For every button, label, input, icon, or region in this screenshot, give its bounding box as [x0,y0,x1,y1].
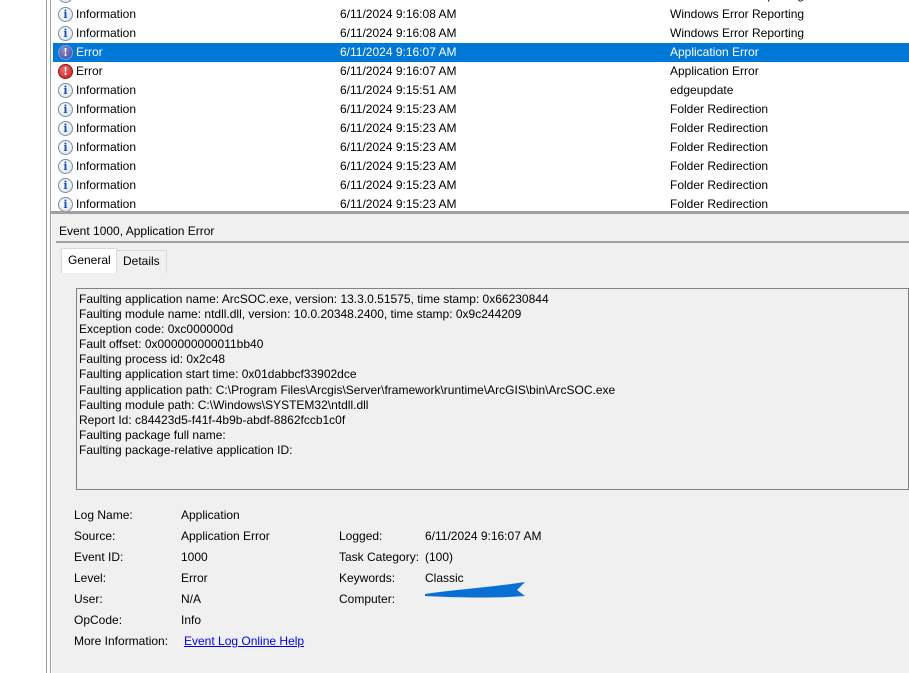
event-level: Information [76,178,137,192]
info-icon: i [58,197,73,211]
pane-border [46,0,47,673]
event-date: 6/11/2024 9:15:23 AM [340,178,457,192]
event-row[interactable]: iInformation 6/11/2024 9:16:08 AM Windows … [53,5,909,24]
level-label: Level: [74,571,107,585]
error-icon: ! [58,64,73,79]
event-row[interactable]: iInformation 6/11/2024 9:16:08 AM Windows … [53,24,909,43]
event-source: Folder Redirection [670,178,769,192]
info-icon: i [58,83,73,98]
task-category-value: (100) [425,550,454,564]
opcode-value: Info [181,613,202,627]
event-description[interactable]: Faulting application name: ArcSOC.exe, v… [76,288,909,490]
event-level: Information [76,26,137,40]
event-row[interactable]: i Information 6/11/2024 9:15:23 AM Folder R… [53,138,909,157]
event-log-online-help-link[interactable]: Event Log Online Help [184,634,304,648]
info-icon: i [58,7,73,22]
event-id-value: 1000 [181,550,208,564]
general-tab-panel: Faulting application name: ArcSOC.exe, v… [69,273,909,673]
info-icon: i [58,159,73,174]
event-date: 6/11/2024 9:15:23 AM [340,121,457,135]
user-value: N/A [181,592,202,606]
user-label: User: [74,592,103,606]
event-source: Windows Error Reporting [670,26,805,40]
event-date: 6/11/2024 9:15:23 AM [340,197,457,211]
event-row[interactable]: i Information 6/11/2024 9:15:23 AM Folder R… [53,100,909,119]
event-row[interactable]: ! Error 6/11/2024 9:16:07 AM Application Er… [53,62,909,81]
logged-label: Logged: [339,529,383,543]
divider [56,241,909,243]
event-date: 6/11/2024 9:16:08 AM [340,7,457,21]
info-icon: i [58,121,73,136]
detail-title: Event 1000, Application Error [59,224,215,238]
log-name-label: Log Name: [74,508,133,522]
keywords-label: Keywords: [339,571,396,585]
more-info-label: More Information: [74,634,169,648]
info-icon: i [58,140,73,155]
event-list[interactable]: i Information 6/11/2024 9:16:08 AM Windows … [53,0,909,211]
info-icon: i [58,26,73,41]
level-value: Error [181,571,208,585]
error-icon: ! [58,45,73,60]
event-row[interactable]: i Information 6/11/2024 9:15:23 AM Folder R… [53,119,909,138]
event-date: 6/11/2024 9:16:08 AM [340,26,457,40]
logged-value: 6/11/2024 9:16:07 AM [425,529,542,543]
event-source: Application Error [670,45,759,59]
computer-redaction [425,582,525,598]
task-category-label: Task Category: [339,550,420,564]
event-date: 6/11/2024 9:15:23 AM [340,140,457,154]
event-source: Folder Redirection [670,121,769,135]
source-label: Source: [74,529,116,543]
tab-details[interactable]: Details [116,250,167,273]
event-detail-pane: Event 1000, Application Error General De… [52,214,909,673]
event-date: 6/11/2024 9:16:07 AM [340,45,457,59]
event-source: Folder Redirection [670,102,769,116]
event-date: 6/11/2024 9:16:07 AM [340,64,457,78]
event-level: Information [76,7,137,21]
left-pane [0,0,46,673]
opcode-label: OpCode: [74,613,123,627]
computer-label: Computer: [339,592,396,606]
event-level: Error [76,45,103,59]
event-level: Information [76,83,137,97]
event-source: Folder Redirection [670,197,769,211]
event-row[interactable]: i Information 6/11/2024 9:15:23 AM Folder R… [53,176,909,195]
event-level: Information [76,197,137,211]
info-icon: i [58,0,73,3]
event-date: 6/11/2024 9:15:23 AM [340,159,457,173]
event-source: Application Error [670,64,759,78]
tab-general[interactable]: General [61,248,118,273]
event-row[interactable]: i Information 6/11/2024 9:15:23 AM Folder R… [53,157,909,176]
event-level: Information [76,121,137,135]
event-id-label: Event ID: [74,550,124,564]
event-date: 6/11/2024 9:15:51 AM [340,83,457,97]
event-row[interactable]: i Information 6/11/2024 9:15:23 AM Folder R… [53,195,909,211]
event-level: Information [76,102,137,116]
event-level: Information [76,159,137,173]
info-icon: i [58,178,73,193]
log-name-value: Application [181,508,240,522]
event-row[interactable]: ! Error 6/11/2024 9:16:07 AM Application Er… [53,43,909,62]
event-source: edgeupdate [670,83,734,97]
pane-border [50,0,51,673]
event-level: Error [76,64,103,78]
event-source: Windows Error Reporting [670,7,805,21]
event-source: Folder Redirection [670,159,769,173]
event-level: Information [76,140,137,154]
info-icon: i [58,102,73,117]
event-source: Folder Redirection [670,140,769,154]
event-date: 6/11/2024 9:15:23 AM [340,102,457,116]
source-value: Application Error [181,529,270,543]
event-row[interactable]: i Information 6/11/2024 9:15:51 AM edgeupda… [53,81,909,100]
